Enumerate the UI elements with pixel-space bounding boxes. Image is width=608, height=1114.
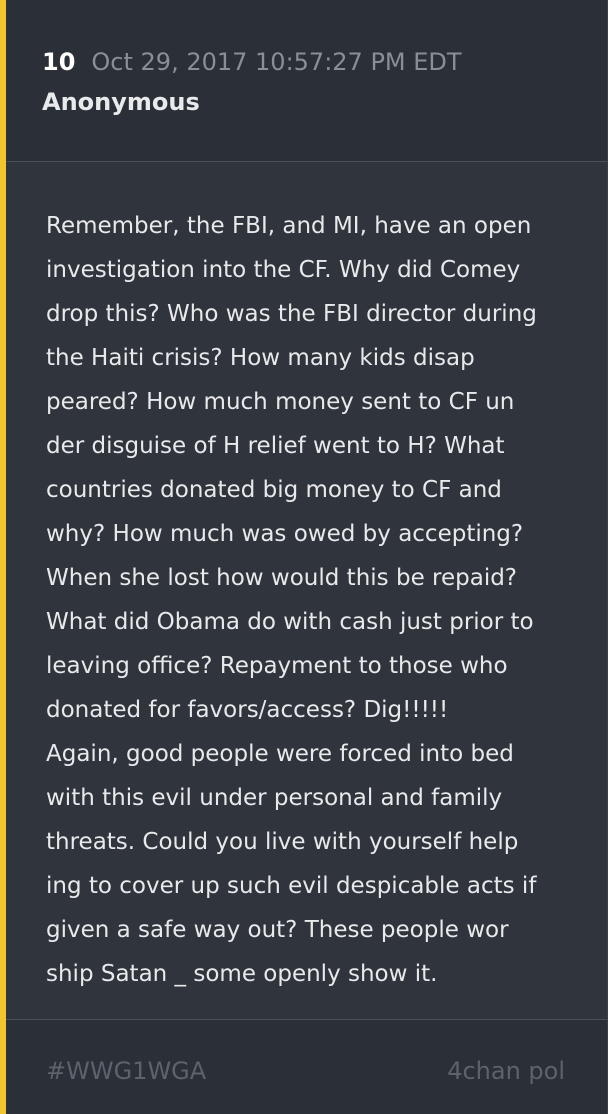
post-body-line: drop this? Who was the FBI director duri… xyxy=(46,301,537,327)
source-link[interactable]: 4chan pol xyxy=(447,1055,565,1087)
post-body-line: donated for favors/access? Dig!!!!! xyxy=(46,697,449,723)
post-body-line: countries donated big money to CF and xyxy=(46,477,502,503)
post-meta: 10 Oct 29, 2017 10:57:27 PM EDT xyxy=(42,44,607,80)
post-body-line: When she lost how would this be repaid? xyxy=(46,565,518,591)
post-body-line: why? How much was owed by accepting? xyxy=(46,521,524,547)
post-header: 10 Oct 29, 2017 10:57:27 PM EDT Anonymou… xyxy=(6,0,607,162)
post-body-line: leaving office? Repayment to those who xyxy=(46,653,508,679)
post-footer: #WWG1WGA 4chan pol xyxy=(6,1019,607,1114)
post-body-line: the Haiti crisis? How many kids disap xyxy=(46,345,475,371)
post-body-line: ing to cover up such evil despicable act… xyxy=(46,873,537,899)
post-body-line: investigation into the CF. Why did Comey xyxy=(46,257,521,283)
post-body-line: What did Obama do with cash just prior t… xyxy=(46,609,534,635)
post-body-line: threats. Could you live with yourself he… xyxy=(46,829,519,855)
post-body-line: Again, good people were forced into bed xyxy=(46,741,514,767)
post-author: Anonymous xyxy=(42,88,200,116)
post-number: 10 xyxy=(42,48,76,76)
post-body: Remember, the FBI, and MI, have an open … xyxy=(6,162,607,1018)
post-body-line: with this evil under personal and family xyxy=(46,785,503,811)
post-body-line: ship Satan _ some openly show it. xyxy=(46,961,438,987)
post-card: 10 Oct 29, 2017 10:57:27 PM EDT Anonymou… xyxy=(0,0,608,1114)
post-body-line: Remember, the FBI, and MI, have an open xyxy=(46,213,532,239)
hashtag-link[interactable]: #WWG1WGA xyxy=(46,1055,206,1087)
post-body-line: given a safe way out? These people wor xyxy=(46,917,509,943)
post-timestamp: Oct 29, 2017 10:57:27 PM EDT xyxy=(91,48,462,76)
post-body-line: der disguise of H relief went to H? What xyxy=(46,433,505,459)
post-body-line: peared? How much money sent to CF un xyxy=(46,389,515,415)
